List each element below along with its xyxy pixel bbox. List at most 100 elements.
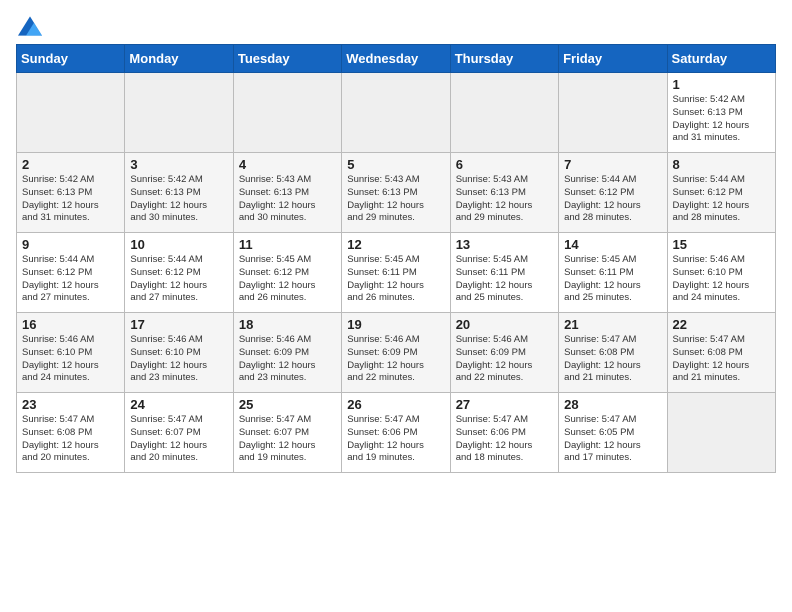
day-number: 27 <box>456 397 553 412</box>
calendar-cell: 8 Sunrise: 5:44 AM Sunset: 6:12 PM Daylig… <box>667 153 775 233</box>
calendar-cell: 15 Sunrise: 5:46 AM Sunset: 6:10 PM Dayli… <box>667 233 775 313</box>
logo-icon <box>18 16 42 36</box>
weekday-header-sunday: Sunday <box>17 45 125 73</box>
day-info: Sunrise: 5:42 AM Sunset: 6:13 PM Dayligh… <box>22 174 119 225</box>
calendar-cell: 9 Sunrise: 5:44 AM Sunset: 6:12 PM Daylig… <box>17 233 125 313</box>
day-number: 12 <box>347 237 444 252</box>
day-number: 6 <box>456 157 553 172</box>
day-info: Sunrise: 5:47 AM Sunset: 6:07 PM Dayligh… <box>130 414 227 465</box>
day-info: Sunrise: 5:47 AM Sunset: 6:05 PM Dayligh… <box>564 414 661 465</box>
day-info: Sunrise: 5:46 AM Sunset: 6:09 PM Dayligh… <box>239 334 336 385</box>
day-info: Sunrise: 5:46 AM Sunset: 6:10 PM Dayligh… <box>130 334 227 385</box>
calendar-cell: 2 Sunrise: 5:42 AM Sunset: 6:13 PM Daylig… <box>17 153 125 233</box>
day-number: 16 <box>22 317 119 332</box>
calendar-cell <box>17 73 125 153</box>
day-number: 22 <box>673 317 770 332</box>
day-info: Sunrise: 5:47 AM Sunset: 6:08 PM Dayligh… <box>22 414 119 465</box>
calendar-cell: 1 Sunrise: 5:42 AM Sunset: 6:13 PM Daylig… <box>667 73 775 153</box>
day-number: 25 <box>239 397 336 412</box>
calendar-cell: 22 Sunrise: 5:47 AM Sunset: 6:08 PM Dayli… <box>667 313 775 393</box>
week-row-2: 2 Sunrise: 5:42 AM Sunset: 6:13 PM Daylig… <box>17 153 776 233</box>
day-number: 18 <box>239 317 336 332</box>
calendar-cell <box>667 393 775 473</box>
weekday-header-monday: Monday <box>125 45 233 73</box>
week-row-4: 16 Sunrise: 5:46 AM Sunset: 6:10 PM Dayli… <box>17 313 776 393</box>
day-number: 4 <box>239 157 336 172</box>
week-row-3: 9 Sunrise: 5:44 AM Sunset: 6:12 PM Daylig… <box>17 233 776 313</box>
header <box>16 16 776 32</box>
day-info: Sunrise: 5:45 AM Sunset: 6:12 PM Dayligh… <box>239 254 336 305</box>
weekday-header-thursday: Thursday <box>450 45 558 73</box>
day-number: 24 <box>130 397 227 412</box>
calendar-cell: 19Sunrise: 5:46 AM Sunset: 6:09 PM Dayli… <box>342 313 450 393</box>
calendar-cell: 27 Sunrise: 5:47 AM Sunset: 6:06 PM Dayli… <box>450 393 558 473</box>
day-info: Sunrise: 5:46 AM Sunset: 6:09 PM Dayligh… <box>347 334 444 385</box>
day-number: 10 <box>130 237 227 252</box>
weekday-header-friday: Friday <box>559 45 667 73</box>
calendar-cell: 4 Sunrise: 5:43 AM Sunset: 6:13 PM Daylig… <box>233 153 341 233</box>
calendar-cell: 12 Sunrise: 5:45 AM Sunset: 6:11 PM Dayli… <box>342 233 450 313</box>
day-info: Sunrise: 5:46 AM Sunset: 6:10 PM Dayligh… <box>22 334 119 385</box>
calendar-cell <box>233 73 341 153</box>
weekday-header-row: SundayMondayTuesdayWednesdayThursdayFrid… <box>17 45 776 73</box>
calendar-cell: 6Sunrise: 5:43 AM Sunset: 6:13 PM Daylig… <box>450 153 558 233</box>
calendar-cell: 13 Sunrise: 5:45 AM Sunset: 6:11 PM Dayli… <box>450 233 558 313</box>
day-number: 7 <box>564 157 661 172</box>
day-info: Sunrise: 5:42 AM Sunset: 6:13 PM Dayligh… <box>130 174 227 225</box>
calendar-cell: 24 Sunrise: 5:47 AM Sunset: 6:07 PM Dayli… <box>125 393 233 473</box>
calendar-cell <box>342 73 450 153</box>
day-info: Sunrise: 5:46 AM Sunset: 6:09 PM Dayligh… <box>456 334 553 385</box>
day-number: 20 <box>456 317 553 332</box>
calendar-table: SundayMondayTuesdayWednesdayThursdayFrid… <box>16 44 776 473</box>
weekday-header-tuesday: Tuesday <box>233 45 341 73</box>
weekday-header-saturday: Saturday <box>667 45 775 73</box>
day-number: 17 <box>130 317 227 332</box>
calendar-cell: 16 Sunrise: 5:46 AM Sunset: 6:10 PM Dayli… <box>17 313 125 393</box>
calendar-cell: 3 Sunrise: 5:42 AM Sunset: 6:13 PM Daylig… <box>125 153 233 233</box>
day-number: 23 <box>22 397 119 412</box>
week-row-1: 1 Sunrise: 5:42 AM Sunset: 6:13 PM Daylig… <box>17 73 776 153</box>
day-info: Sunrise: 5:43 AM Sunset: 6:13 PM Dayligh… <box>239 174 336 225</box>
day-info: Sunrise: 5:47 AM Sunset: 6:08 PM Dayligh… <box>673 334 770 385</box>
calendar-cell: 18 Sunrise: 5:46 AM Sunset: 6:09 PM Dayli… <box>233 313 341 393</box>
day-info: Sunrise: 5:45 AM Sunset: 6:11 PM Dayligh… <box>456 254 553 305</box>
week-row-5: 23 Sunrise: 5:47 AM Sunset: 6:08 PM Dayli… <box>17 393 776 473</box>
day-number: 14 <box>564 237 661 252</box>
day-number: 1 <box>673 77 770 92</box>
day-number: 2 <box>22 157 119 172</box>
day-number: 26 <box>347 397 444 412</box>
day-info: Sunrise: 5:47 AM Sunset: 6:06 PM Dayligh… <box>456 414 553 465</box>
day-number: 3 <box>130 157 227 172</box>
calendar-cell: 7Sunrise: 5:44 AM Sunset: 6:12 PM Daylig… <box>559 153 667 233</box>
day-info: Sunrise: 5:45 AM Sunset: 6:11 PM Dayligh… <box>347 254 444 305</box>
day-info: Sunrise: 5:46 AM Sunset: 6:10 PM Dayligh… <box>673 254 770 305</box>
calendar-cell <box>559 73 667 153</box>
calendar-cell: 17 Sunrise: 5:46 AM Sunset: 6:10 PM Dayli… <box>125 313 233 393</box>
calendar-cell: 21 Sunrise: 5:47 AM Sunset: 6:08 PM Dayli… <box>559 313 667 393</box>
calendar-cell: 28 Sunrise: 5:47 AM Sunset: 6:05 PM Dayli… <box>559 393 667 473</box>
day-number: 8 <box>673 157 770 172</box>
calendar-cell: 14 Sunrise: 5:45 AM Sunset: 6:11 PM Dayli… <box>559 233 667 313</box>
day-number: 21 <box>564 317 661 332</box>
day-number: 5 <box>347 157 444 172</box>
weekday-header-wednesday: Wednesday <box>342 45 450 73</box>
calendar-cell <box>450 73 558 153</box>
day-info: Sunrise: 5:45 AM Sunset: 6:11 PM Dayligh… <box>564 254 661 305</box>
day-number: 11 <box>239 237 336 252</box>
day-info: Sunrise: 5:43 AM Sunset: 6:13 PM Dayligh… <box>347 174 444 225</box>
day-info: Sunrise: 5:47 AM Sunset: 6:06 PM Dayligh… <box>347 414 444 465</box>
day-info: Sunrise: 5:44 AM Sunset: 6:12 PM Dayligh… <box>673 174 770 225</box>
day-info: Sunrise: 5:44 AM Sunset: 6:12 PM Dayligh… <box>130 254 227 305</box>
day-number: 9 <box>22 237 119 252</box>
day-info: Sunrise: 5:42 AM Sunset: 6:13 PM Dayligh… <box>673 94 770 145</box>
day-number: 13 <box>456 237 553 252</box>
calendar-cell <box>125 73 233 153</box>
day-info: Sunrise: 5:47 AM Sunset: 6:08 PM Dayligh… <box>564 334 661 385</box>
day-number: 15 <box>673 237 770 252</box>
day-info: Sunrise: 5:44 AM Sunset: 6:12 PM Dayligh… <box>22 254 119 305</box>
calendar-cell: 25 Sunrise: 5:47 AM Sunset: 6:07 PM Dayli… <box>233 393 341 473</box>
day-info: Sunrise: 5:47 AM Sunset: 6:07 PM Dayligh… <box>239 414 336 465</box>
logo <box>16 16 44 32</box>
calendar-cell: 23 Sunrise: 5:47 AM Sunset: 6:08 PM Dayli… <box>17 393 125 473</box>
day-number: 28 <box>564 397 661 412</box>
